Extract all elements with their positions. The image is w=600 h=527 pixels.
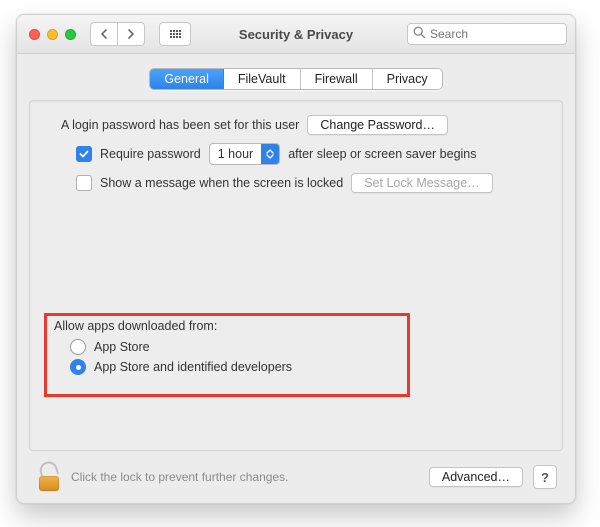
show-all-button[interactable]	[159, 22, 191, 46]
allow-identified-radio[interactable]	[70, 359, 86, 375]
change-password-button[interactable]: Change Password…	[307, 115, 448, 135]
allow-apps-section: Allow apps downloaded from: App Store Ap…	[54, 319, 292, 379]
tab-firewall[interactable]: Firewall	[301, 69, 373, 89]
show-message-label: Show a message when the screen is locked	[100, 176, 343, 190]
require-password-tail: after sleep or screen saver begins	[288, 147, 476, 161]
advanced-button[interactable]: Advanced…	[429, 467, 523, 487]
chevron-right-icon	[127, 29, 135, 39]
allow-apps-heading: Allow apps downloaded from:	[54, 319, 292, 333]
lock-body-icon	[39, 476, 59, 491]
allow-identified-label: App Store and identified developers	[94, 360, 292, 374]
lock-hint-text: Click the lock to prevent further change…	[71, 470, 288, 484]
general-pane: A login password has been set for this u…	[29, 100, 563, 451]
help-button[interactable]: ?	[533, 465, 557, 489]
show-message-row: Show a message when the screen is locked…	[76, 173, 544, 193]
search-field-wrap	[407, 23, 567, 45]
titlebar: Security & Privacy	[17, 15, 575, 54]
set-lock-message-button[interactable]: Set Lock Message…	[351, 173, 492, 193]
check-icon	[79, 149, 89, 159]
lock-button[interactable]	[37, 463, 61, 491]
allow-appstore-radio[interactable]	[70, 339, 86, 355]
tab-row: General FileVault Firewall Privacy	[17, 54, 575, 100]
tab-privacy[interactable]: Privacy	[373, 69, 442, 89]
allow-identified-row: App Store and identified developers	[70, 359, 292, 375]
require-delay-value: 1 hour	[210, 147, 261, 161]
nav-buttons	[90, 22, 145, 46]
close-window-button[interactable]	[29, 29, 40, 40]
login-password-row: A login password has been set for this u…	[61, 115, 544, 135]
forward-button[interactable]	[117, 22, 145, 46]
window-controls	[25, 29, 76, 40]
require-delay-select[interactable]: 1 hour	[209, 143, 280, 165]
require-password-label: Require password	[100, 147, 201, 161]
footer: Click the lock to prevent further change…	[29, 451, 563, 503]
minimize-window-button[interactable]	[47, 29, 58, 40]
allow-appstore-row: App Store	[70, 339, 292, 355]
chevron-left-icon	[100, 29, 108, 39]
allow-appstore-label: App Store	[94, 340, 150, 354]
stepper-icon	[261, 144, 279, 164]
show-message-checkbox[interactable]	[76, 175, 92, 191]
search-icon	[413, 26, 426, 42]
login-password-text: A login password has been set for this u…	[61, 118, 299, 132]
content-panel: A login password has been set for this u…	[29, 100, 563, 503]
require-password-row: Require password 1 hour after sleep or s…	[76, 143, 544, 165]
back-button[interactable]	[90, 22, 117, 46]
preferences-window: Security & Privacy General FileVault Fir…	[16, 14, 576, 504]
require-password-checkbox[interactable]	[76, 146, 92, 162]
zoom-window-button[interactable]	[65, 29, 76, 40]
tab-filevault[interactable]: FileVault	[224, 69, 301, 89]
tab-general[interactable]: General	[150, 69, 223, 89]
search-input[interactable]	[407, 23, 567, 45]
grid-icon	[170, 30, 181, 38]
tab-segment: General FileVault Firewall Privacy	[149, 68, 442, 90]
